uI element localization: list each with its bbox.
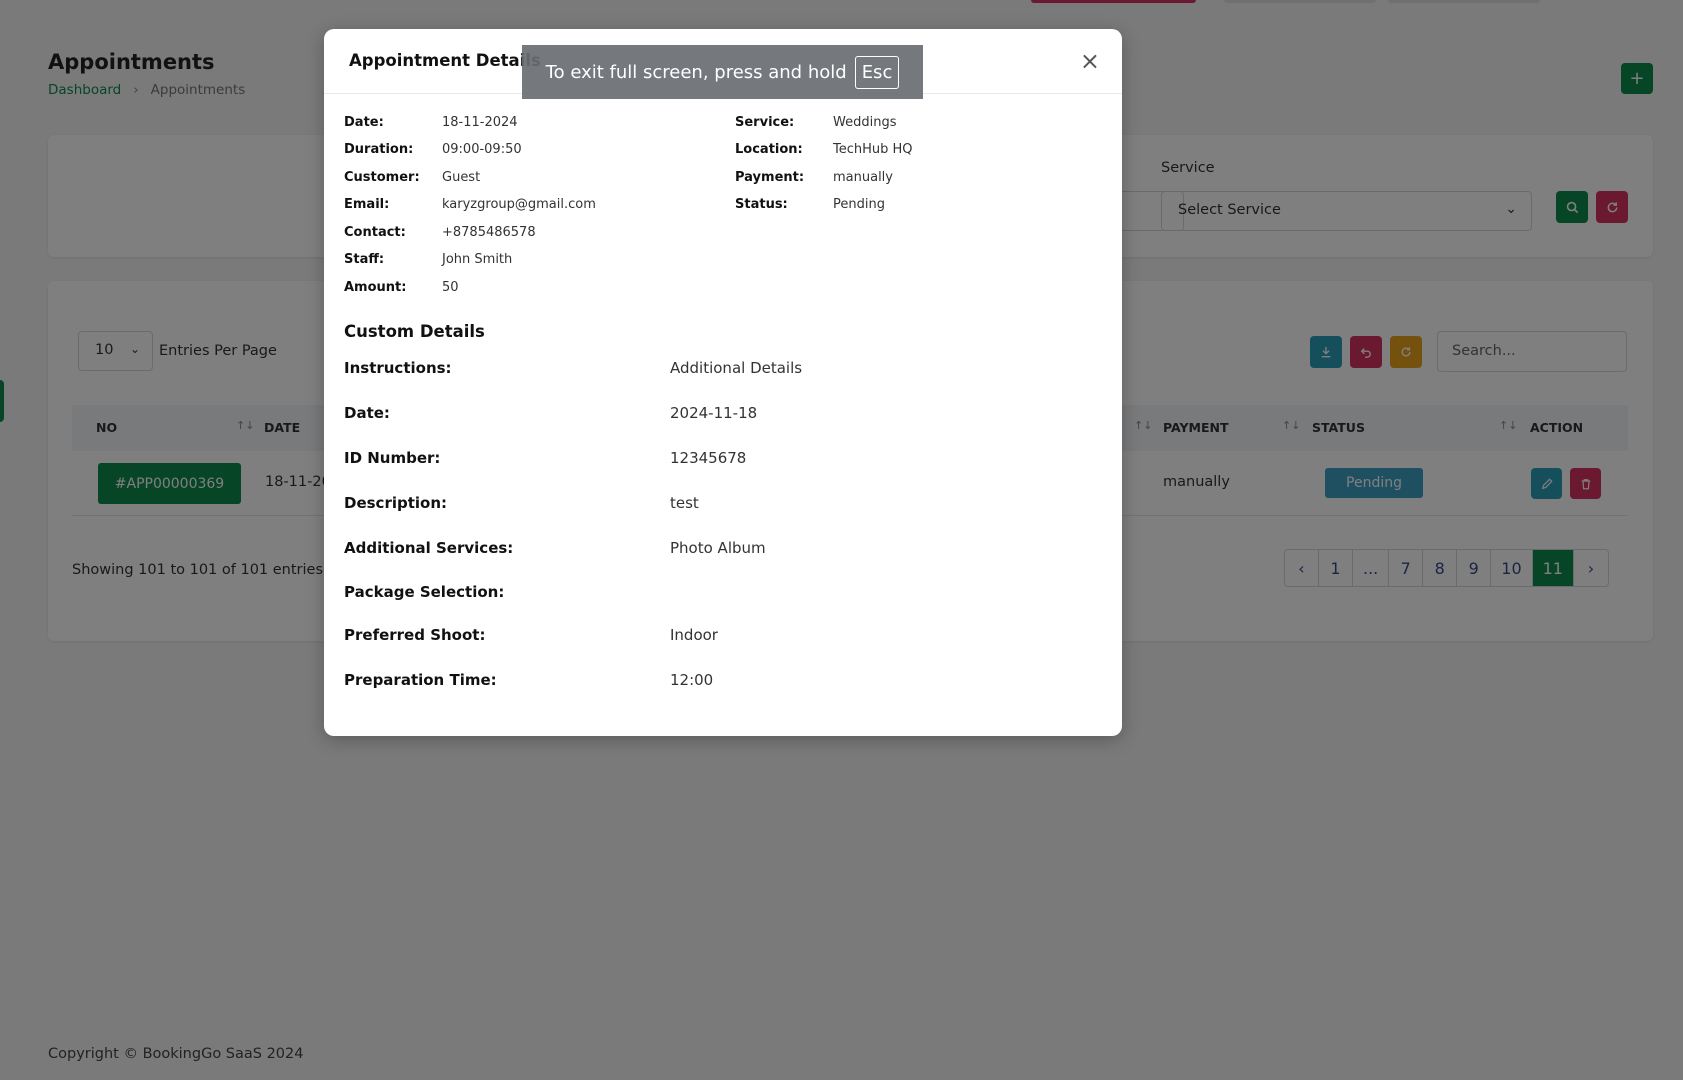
detail-label: Amount: (344, 280, 407, 295)
custom-detail-label: Package Selection: (344, 583, 505, 601)
detail-label: Status: (735, 197, 788, 212)
custom-detail-label: Preparation Time: (344, 671, 497, 689)
detail-value: 50 (442, 280, 459, 295)
detail-value: 18-11-2024 (442, 115, 518, 130)
custom-detail-value: 12345678 (670, 449, 747, 467)
close-icon[interactable]: × (1080, 49, 1100, 73)
fullscreen-notice-text: To exit full screen, press and hold (545, 61, 847, 83)
detail-label: Staff: (344, 252, 385, 267)
detail-label: Service: (735, 115, 795, 130)
custom-details-heading: Custom Details (344, 322, 485, 341)
custom-detail-label: Additional Services: (344, 539, 514, 557)
detail-label: Date: (344, 115, 384, 130)
custom-detail-label: ID Number: (344, 449, 441, 467)
detail-label: Customer: (344, 170, 420, 185)
custom-detail-label: Preferred Shoot: (344, 626, 486, 644)
esc-key-badge: Esc (854, 55, 900, 89)
detail-label: Duration: (344, 142, 414, 157)
custom-detail-value: test (670, 494, 699, 512)
detail-label: Contact: (344, 225, 406, 240)
detail-value: Pending (833, 197, 885, 212)
detail-value: manually (833, 170, 893, 185)
custom-detail-value: Indoor (670, 626, 718, 644)
custom-detail-value: Photo Album (670, 539, 766, 557)
custom-detail-value: Additional Details (670, 359, 803, 377)
detail-label: Location: (735, 142, 803, 157)
detail-value: karyzgroup@gmail.com (442, 197, 596, 212)
custom-detail-value: 2024-11-18 (670, 404, 758, 422)
detail-value: +8785486578 (442, 225, 536, 240)
detail-label: Email: (344, 197, 390, 212)
detail-value: TechHub HQ (833, 142, 913, 157)
detail-value: John Smith (442, 252, 513, 267)
fullscreen-exit-notice: To exit full screen, press and hold Esc (522, 45, 923, 99)
modal-title: Appointment Details (349, 51, 541, 70)
detail-value: Guest (442, 170, 481, 185)
detail-label: Payment: (735, 170, 805, 185)
detail-value: 09:00-09:50 (442, 142, 522, 157)
custom-detail-label: Description: (344, 494, 448, 512)
custom-detail-value: 12:00 (670, 671, 714, 689)
custom-detail-label: Date: (344, 404, 390, 422)
detail-value: Weddings (833, 115, 897, 130)
custom-detail-label: Instructions: (344, 359, 452, 377)
appointment-details-modal: Appointment Details × Date: 18-11-2024 Du… (324, 29, 1122, 736)
